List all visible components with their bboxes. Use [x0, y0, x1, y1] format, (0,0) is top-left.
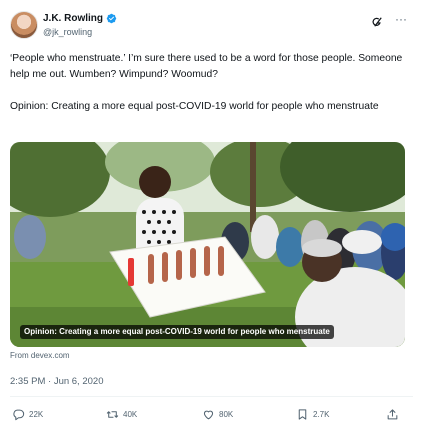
share-button[interactable]: [386, 408, 399, 421]
reply-button[interactable]: 22K: [12, 408, 43, 421]
tweet-actions: 22K 40K 80K 2.7K: [12, 408, 408, 424]
retweet-button[interactable]: 40K: [106, 408, 137, 421]
like-button[interactable]: 80K: [202, 408, 233, 421]
grok-icon[interactable]: [371, 16, 383, 28]
card-caption[interactable]: Opinion: Creating a more equal post-COVI…: [20, 325, 334, 339]
retweet-icon: [106, 411, 119, 418]
more-options-icon[interactable]: ···: [395, 12, 407, 26]
bookmark-button[interactable]: 2.7K: [296, 408, 329, 421]
tweet-body: ‘People who menstruate.’ I’m sure there …: [10, 51, 410, 115]
author-names: J.K. Rowling @jk_rowling: [43, 12, 117, 38]
like-count: 80K: [219, 410, 234, 419]
tweet-header: J.K. Rowling @jk_rowling ···: [10, 10, 413, 40]
card-image[interactable]: [10, 142, 405, 347]
share-icon: [387, 409, 398, 420]
tweet-text: ‘People who menstruate.’ I’m sure there …: [10, 53, 403, 80]
avatar[interactable]: [10, 11, 38, 39]
card-source[interactable]: From devex.com: [10, 351, 70, 360]
quoted-headline[interactable]: Opinion: Creating a more equal post-COVI…: [10, 99, 410, 115]
tweet-timestamp[interactable]: 2:35 PM · Jun 6, 2020: [10, 376, 103, 387]
display-name[interactable]: J.K. Rowling: [43, 12, 103, 25]
display-name-row: J.K. Rowling: [43, 12, 117, 25]
verified-badge-icon[interactable]: [106, 13, 117, 24]
heart-icon: [203, 410, 214, 420]
reply-icon: [13, 409, 25, 421]
bookmark-count: 2.7K: [313, 410, 330, 419]
author-handle[interactable]: @jk_rowling: [43, 26, 117, 38]
reply-count: 22K: [29, 410, 44, 419]
link-card[interactable]: Opinion: Creating a more equal post-COVI…: [10, 142, 405, 347]
divider: [10, 396, 413, 397]
retweet-count: 40K: [123, 410, 138, 419]
bookmark-icon: [298, 409, 307, 420]
